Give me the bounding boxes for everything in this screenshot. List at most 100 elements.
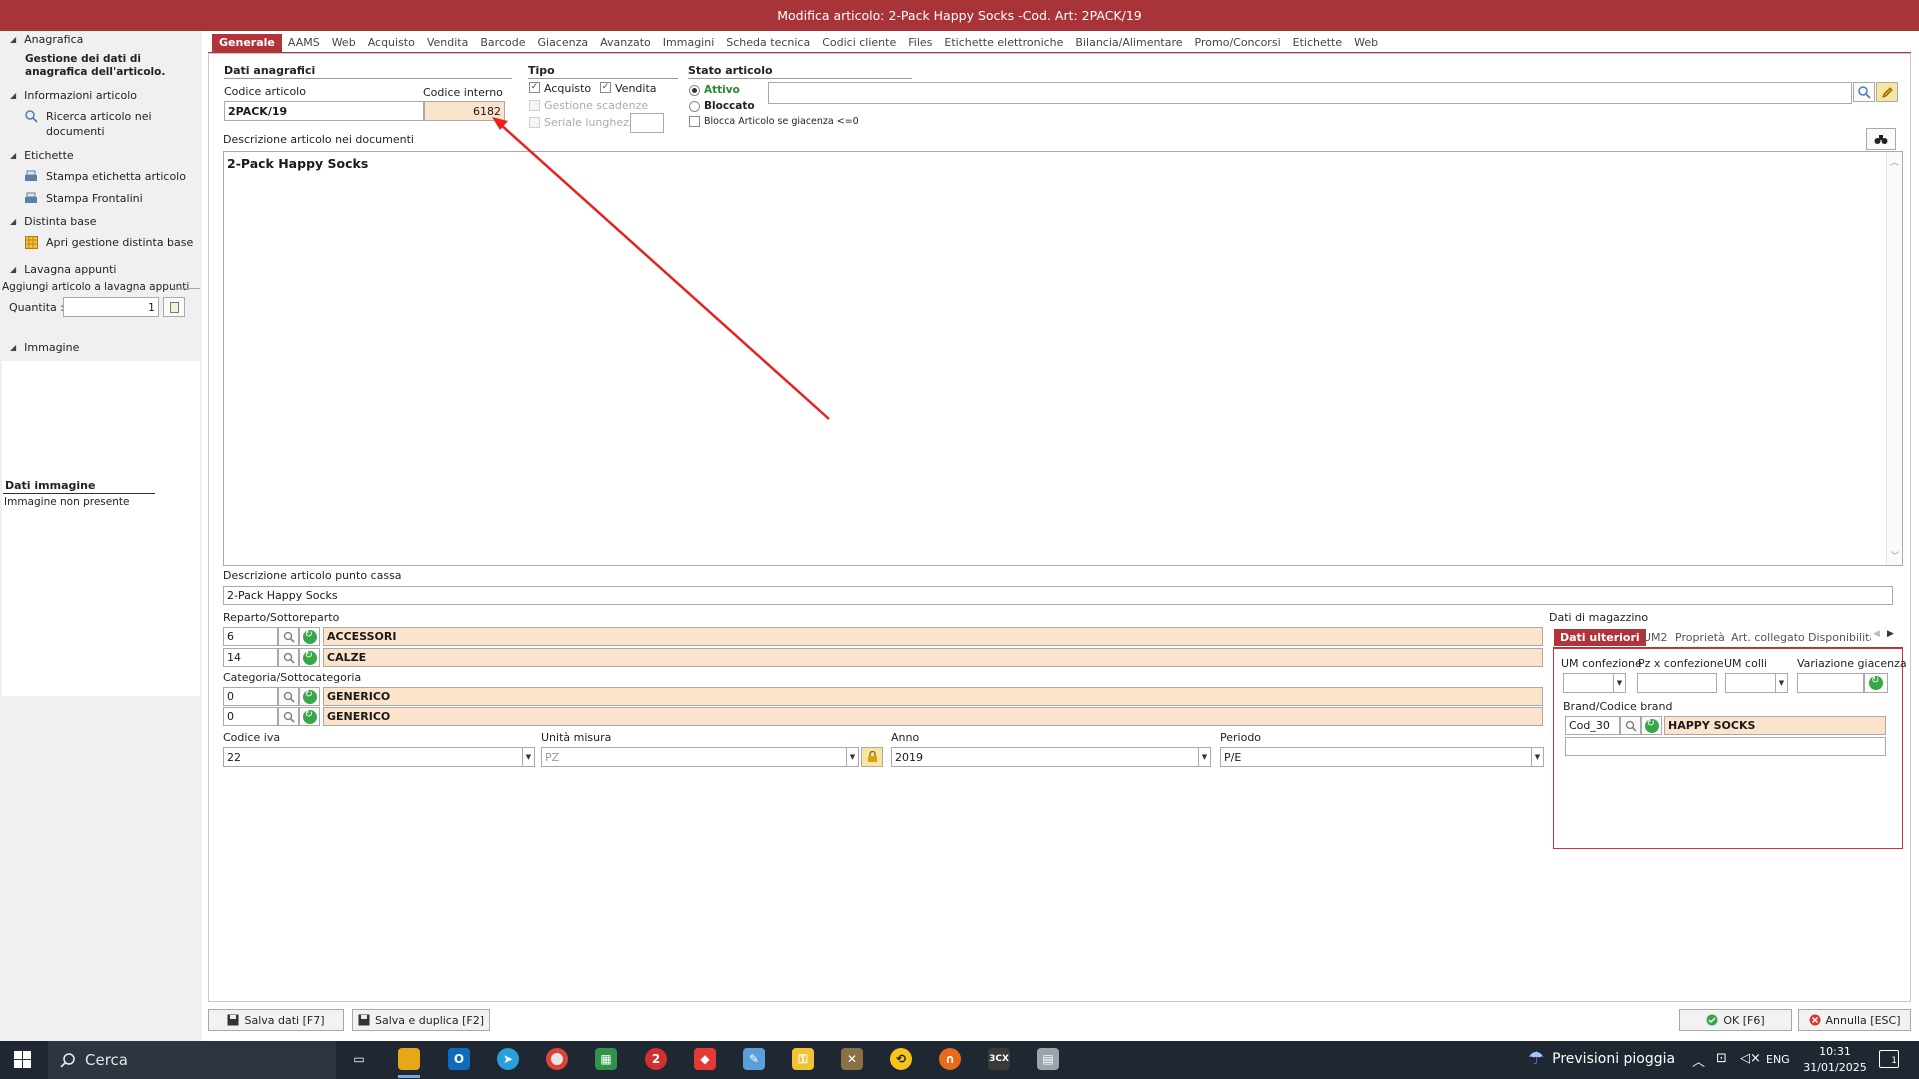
windows-start-icon[interactable] bbox=[14, 1051, 31, 1071]
brand-refresh-button[interactable] bbox=[1641, 716, 1662, 735]
variazione-input[interactable] bbox=[1797, 673, 1864, 693]
network-icon[interactable]: ⊡ bbox=[1716, 1051, 1727, 1066]
tab-scheda-tecnica[interactable]: Scheda tecnica bbox=[720, 34, 816, 52]
weather-widget[interactable]: ☂ Previsioni pioggia bbox=[1528, 1048, 1675, 1069]
tab-disponibilita[interactable]: Disponibilità/ bbox=[1808, 631, 1871, 644]
ok-button[interactable]: OK [F6] bbox=[1679, 1009, 1792, 1031]
sidebar-item-ricerca[interactable]: Ricerca articolo nei documenti bbox=[24, 109, 194, 139]
reparto-refresh-button[interactable] bbox=[299, 627, 320, 646]
tab-scroll-right-icon[interactable]: ▶ bbox=[1887, 629, 1894, 639]
vendita-checkbox[interactable]: ✓ bbox=[600, 82, 611, 93]
tab-barcode[interactable]: Barcode bbox=[474, 34, 531, 52]
outlook-icon[interactable]: O bbox=[448, 1048, 470, 1070]
section-informazioni[interactable]: ◢ Informazioni articolo bbox=[10, 89, 137, 102]
chrome-icon[interactable] bbox=[546, 1048, 568, 1070]
cassa-input[interactable]: 2-Pack Happy Socks bbox=[223, 586, 1893, 605]
3cx-icon[interactable]: 3CX bbox=[988, 1048, 1010, 1070]
section-distinta[interactable]: ◢ Distinta base bbox=[10, 215, 97, 228]
anno-select[interactable]: 2019 ▼ bbox=[891, 747, 1211, 767]
um-select[interactable]: PZ ▼ bbox=[541, 747, 859, 767]
quantity-input[interactable]: 1 bbox=[63, 297, 159, 317]
telegram-icon[interactable]: ➤ bbox=[497, 1048, 519, 1070]
bloccato-radio[interactable] bbox=[689, 101, 700, 112]
teamviewer-icon[interactable]: ⟲ bbox=[890, 1048, 912, 1070]
tab-giacenza[interactable]: Giacenza bbox=[531, 34, 594, 52]
headset-icon[interactable]: ∩ bbox=[939, 1048, 961, 1070]
sottocategoria-search-button[interactable] bbox=[278, 707, 299, 726]
sottocategoria-refresh-button[interactable] bbox=[299, 707, 320, 726]
tab-web[interactable]: Web bbox=[326, 34, 362, 52]
brand-search-button[interactable] bbox=[1620, 716, 1641, 735]
sottoreparto-code-input[interactable]: 14 bbox=[223, 648, 278, 667]
tab-generale[interactable]: Generale bbox=[212, 34, 282, 52]
tab-etichette-elettroniche[interactable]: Etichette elettroniche bbox=[938, 34, 1069, 52]
lock-button[interactable] bbox=[861, 747, 883, 767]
search-button[interactable] bbox=[1853, 82, 1875, 102]
sidebar-item-stampa-frontalini[interactable]: Stampa Frontalini bbox=[24, 191, 143, 206]
periodo-select[interactable]: P/E ▼ bbox=[1220, 747, 1544, 767]
scrollbar[interactable]: ︿ ﹀ bbox=[1886, 152, 1902, 565]
section-anagrafica[interactable]: ◢ Anagrafica bbox=[10, 33, 83, 46]
monitor-app-icon[interactable]: ▤ bbox=[1037, 1048, 1059, 1070]
note-input[interactable] bbox=[768, 82, 1852, 104]
tab-avanzato[interactable]: Avanzato bbox=[594, 34, 657, 52]
variazione-refresh-button[interactable] bbox=[1864, 673, 1888, 693]
sidebar-item-distinta[interactable]: Apri gestione distinta base bbox=[24, 235, 193, 250]
pz-confezione-input[interactable] bbox=[1637, 673, 1717, 693]
sottoreparto-search-button[interactable] bbox=[278, 648, 299, 667]
seriale-checkbox[interactable] bbox=[529, 117, 540, 128]
keys-icon[interactable]: ⚿ bbox=[792, 1048, 814, 1070]
tab-bilancia[interactable]: Bilancia/Alimentare bbox=[1069, 34, 1188, 52]
file-explorer-icon[interactable] bbox=[398, 1048, 420, 1070]
section-lavagna[interactable]: ◢ Lavagna appunti bbox=[10, 263, 117, 276]
categoria-refresh-button[interactable] bbox=[299, 687, 320, 706]
tab-vendita[interactable]: Vendita bbox=[421, 34, 475, 52]
annulla-button[interactable]: Annulla [ESC] bbox=[1798, 1009, 1911, 1031]
salva-button[interactable]: Salva dati [F7] bbox=[208, 1009, 344, 1031]
reparto-search-button[interactable] bbox=[278, 627, 299, 646]
acquisto-checkbox[interactable]: ✓ bbox=[529, 82, 540, 93]
iva-select[interactable]: 22 ▼ bbox=[223, 747, 535, 767]
tab-codici-cliente[interactable]: Codici cliente bbox=[816, 34, 902, 52]
tab-aams[interactable]: AAMS bbox=[282, 34, 326, 52]
section-immagine[interactable]: ◢ Immagine bbox=[10, 341, 79, 354]
tab-acquisto[interactable]: Acquisto bbox=[362, 34, 421, 52]
tab-etichette[interactable]: Etichette bbox=[1287, 34, 1349, 52]
um-confezione-select[interactable]: ▼ bbox=[1563, 673, 1626, 693]
section-etichette[interactable]: ◢ Etichette bbox=[10, 149, 74, 162]
reparto-code-input[interactable]: 6 bbox=[223, 627, 278, 646]
attivo-radio[interactable] bbox=[689, 85, 700, 96]
language-indicator[interactable]: ENG bbox=[1766, 1053, 1790, 1066]
notes-icon[interactable]: ✎ bbox=[743, 1048, 765, 1070]
tab-web-2[interactable]: Web bbox=[1348, 34, 1384, 52]
clock[interactable]: 10:31 31/01/2025 bbox=[1800, 1044, 1870, 1076]
spreadsheet-icon[interactable]: ▦ bbox=[595, 1048, 617, 1070]
sidebar-item-stampa-etichetta[interactable]: Stampa etichetta articolo bbox=[24, 169, 186, 184]
notification-icon[interactable]: 1 bbox=[1879, 1050, 1899, 1068]
gestione-scadenze-checkbox[interactable] bbox=[529, 100, 540, 111]
tab-art-collegato[interactable]: Art. collegato bbox=[1731, 631, 1805, 644]
salva-duplica-button[interactable]: Salva e duplica [F2] bbox=[352, 1009, 490, 1031]
tab-scroll-left-icon[interactable]: ◀ bbox=[1873, 629, 1880, 639]
anydesk-icon[interactable]: ◆ bbox=[694, 1048, 716, 1070]
clipboard-button[interactable] bbox=[163, 297, 185, 317]
volume-muted-icon[interactable]: ◁× bbox=[1740, 1051, 1761, 1066]
binoculars-button[interactable] bbox=[1866, 128, 1896, 150]
taskbar-search[interactable]: Cerca bbox=[48, 1041, 336, 1079]
edit-button[interactable] bbox=[1876, 82, 1898, 102]
app-2-icon[interactable]: 2 bbox=[645, 1048, 667, 1070]
tools-icon[interactable]: ✕ bbox=[841, 1048, 863, 1070]
chevron-up-icon[interactable]: ︿ bbox=[1692, 1051, 1705, 1070]
categoria-code-input[interactable]: 0 bbox=[223, 687, 278, 706]
tab-dati-ulteriori[interactable]: Dati ulteriori bbox=[1554, 629, 1646, 646]
tab-immagini[interactable]: Immagini bbox=[657, 34, 720, 52]
blocca-giacenza-checkbox[interactable] bbox=[689, 116, 700, 127]
tab-files[interactable]: Files bbox=[902, 34, 938, 52]
sottoreparto-refresh-button[interactable] bbox=[299, 648, 320, 667]
um-colli-select[interactable]: ▼ bbox=[1725, 673, 1788, 693]
codice-articolo-input[interactable]: 2PACK/19 bbox=[224, 101, 424, 121]
codice-interno-input[interactable]: 6182 bbox=[424, 101, 505, 121]
sottocategoria-code-input[interactable]: 0 bbox=[223, 707, 278, 726]
brand-extra-input[interactable] bbox=[1565, 737, 1886, 756]
tab-promo[interactable]: Promo/Concorsi bbox=[1189, 34, 1287, 52]
